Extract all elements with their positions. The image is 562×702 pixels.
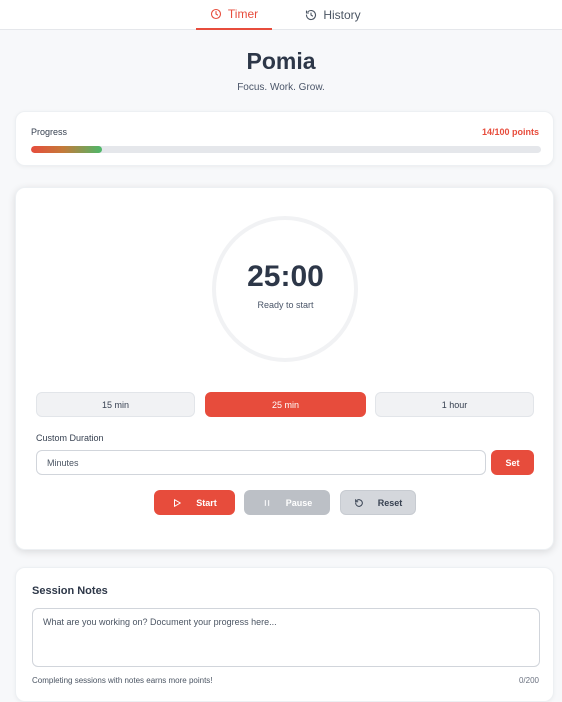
pause-button-label: Pause	[285, 497, 313, 508]
progress-bar	[31, 146, 541, 153]
progress-bar-fill	[31, 146, 103, 153]
pause-icon	[264, 499, 269, 506]
play-icon	[174, 498, 182, 507]
session-notes-card: Session Notes Completing sessions with n…	[15, 567, 554, 702]
tagline: Focus. Work. Grow.	[237, 82, 325, 93]
tab-bar: Timer History	[0, 0, 562, 30]
preset-1-hour-button[interactable]: 1 hour	[375, 392, 534, 417]
history-icon	[306, 9, 317, 21]
notes-title: Session Notes	[32, 585, 108, 597]
tab-timer[interactable]: Timer	[196, 0, 272, 30]
preset-15-min-button[interactable]: 15 min	[36, 392, 195, 417]
tab-timer-label: Timer	[227, 7, 259, 21]
set-button[interactable]: Set	[491, 450, 534, 475]
progress-label: Progress	[31, 127, 68, 137]
custom-duration-label: Custom Duration	[36, 433, 104, 443]
preset-25-min-button[interactable]: 25 min	[205, 392, 366, 417]
minutes-input[interactable]	[36, 450, 486, 475]
notes-textarea[interactable]	[32, 608, 540, 667]
tab-history-label: History	[323, 8, 361, 22]
clock-icon	[210, 8, 221, 20]
reset-icon	[354, 498, 363, 507]
reset-button[interactable]: Reset	[340, 490, 416, 515]
progress-points: 14/100 points	[481, 127, 539, 137]
progress-card: Progress 14/100 points	[15, 111, 554, 166]
start-button-label: Start	[196, 497, 217, 508]
page-title: Pomia	[246, 48, 316, 74]
timer-status: Ready to start	[257, 300, 314, 310]
notes-char-count: 0/200	[518, 676, 539, 685]
notes-hint: Completing sessions with notes earns mor…	[32, 676, 213, 685]
timer-card: 25:00 Ready to start 15 min 25 min 1 hou…	[15, 187, 554, 550]
tab-history[interactable]: History	[300, 0, 366, 30]
timer-display: 25:00	[247, 260, 324, 293]
reset-button-label: Reset	[377, 497, 403, 508]
start-button[interactable]: Start	[154, 490, 235, 515]
pause-button[interactable]: Pause	[244, 490, 330, 515]
